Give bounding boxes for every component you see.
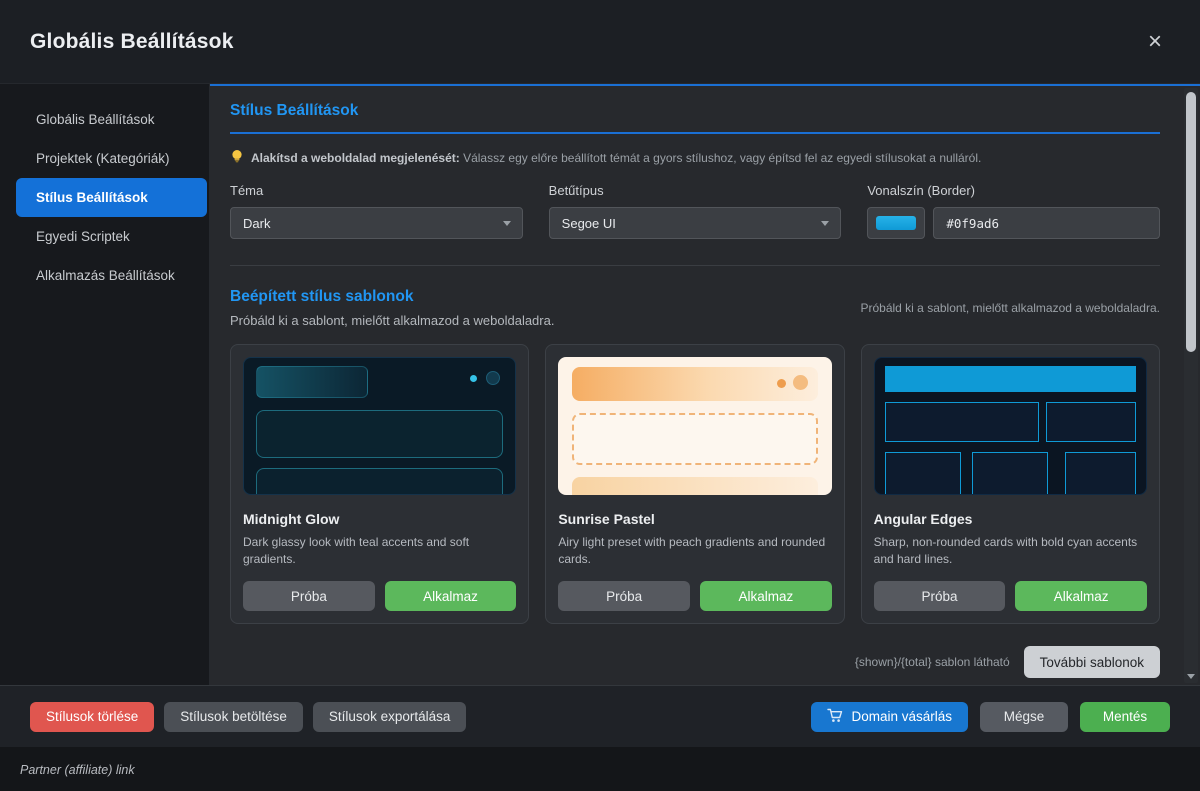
scrollbar-down-arrow-icon[interactable] — [1187, 674, 1195, 679]
templates-counter: {shown}/{total} sablon látható — [855, 655, 1010, 669]
sidebar-item-custom-scripts[interactable]: Egyedi Scriptek — [16, 217, 207, 256]
font-select[interactable]: Segoe UI — [549, 207, 842, 239]
sidebar-item-global-settings[interactable]: Globális Beállítások — [16, 100, 207, 139]
save-button[interactable]: Mentés — [1080, 702, 1170, 732]
template-description: Sharp, non-rounded cards with bold cyan … — [874, 534, 1147, 569]
style-form-row: Téma Dark Betűtípus Segoe UI — [230, 183, 1160, 239]
font-field: Betűtípus Segoe UI — [549, 183, 842, 239]
templates-subtitle: Próbáld ki a sablont, mielőtt alkalmazod… — [230, 313, 554, 328]
dialog-header: Globális Beállítások × — [0, 0, 1200, 84]
try-template-button[interactable]: Próba — [558, 581, 690, 611]
theme-label: Téma — [230, 183, 523, 198]
sidebar-item-app-settings[interactable]: Alkalmazás Beállítások — [16, 256, 207, 295]
templates-footer-row: {shown}/{total} sablon látható További s… — [230, 646, 1160, 678]
affiliate-link[interactable]: Partner (affiliate) link — [20, 763, 1200, 777]
apply-template-button[interactable]: Alkalmaz — [700, 581, 832, 611]
delete-styles-button[interactable]: Stílusok törlése — [30, 702, 154, 732]
theme-select[interactable]: Dark — [230, 207, 523, 239]
templates-heading: Beépített stílus sablonok — [230, 288, 554, 306]
font-label: Betűtípus — [549, 183, 842, 198]
settings-sidebar: Globális Beállítások Projektek (Kategóri… — [0, 84, 210, 685]
more-templates-button[interactable]: További sablonok — [1024, 646, 1160, 678]
font-select-value: Segoe UI — [562, 216, 616, 231]
style-settings-heading: Stílus Beállítások — [230, 102, 1160, 134]
templates-header: Beépített stílus sablonok Próbáld ki a s… — [230, 288, 1160, 328]
sidebar-item-projects[interactable]: Projektek (Kategóriák) — [16, 139, 207, 178]
scrollbar-thumb[interactable] — [1186, 92, 1196, 352]
template-name: Angular Edges — [874, 511, 1147, 527]
template-cards: Midnight Glow Dark glassy look with teal… — [230, 344, 1160, 624]
settings-content: Stílus Beállítások Alakítsd a weboldalad… — [210, 84, 1200, 685]
template-preview-sunrise-pastel — [558, 357, 831, 495]
buy-domain-button[interactable]: Domain vásárlás — [811, 702, 968, 732]
template-card-sunrise-pastel: Sunrise Pastel Airy light preset with pe… — [545, 344, 844, 624]
chevron-down-icon — [503, 221, 511, 226]
template-preview-angular-edges — [874, 357, 1147, 495]
dialog-body: Globális Beállítások Projektek (Kategóri… — [0, 84, 1200, 685]
template-card-midnight-glow: Midnight Glow Dark glassy look with teal… — [230, 344, 529, 624]
sidebar-item-style-settings[interactable]: Stílus Beállítások — [16, 178, 207, 217]
template-name: Midnight Glow — [243, 511, 516, 527]
templates-subtitle-right: Próbáld ki a sablont, mielőtt alkalmazod… — [860, 301, 1160, 315]
dialog-title: Globális Beállítások — [30, 30, 234, 54]
dialog-footer: Stílusok törlése Stílusok betöltése Stíl… — [0, 685, 1200, 747]
app-page: Globális Beállítások × Globális Beállítá… — [0, 0, 1200, 791]
bulb-icon — [230, 149, 244, 167]
chevron-down-icon — [821, 221, 829, 226]
theme-select-value: Dark — [243, 216, 270, 231]
tip-text: Alakítsd a weboldalad megjelenését: Vála… — [251, 151, 981, 165]
border-color-field: Vonalszín (Border) — [867, 183, 1160, 239]
border-color-input[interactable] — [933, 207, 1160, 239]
template-name: Sunrise Pastel — [558, 511, 831, 527]
color-swatch — [876, 216, 916, 230]
template-preview-midnight-glow — [243, 357, 516, 495]
theme-field: Téma Dark — [230, 183, 523, 239]
template-description: Dark glassy look with teal accents and s… — [243, 534, 516, 569]
content-scrollbar[interactable] — [1184, 88, 1198, 683]
settings-dialog: Globális Beállítások × Globális Beállítá… — [0, 0, 1200, 747]
cart-icon — [827, 708, 843, 726]
template-card-angular-edges: Angular Edges Sharp, non-rounded cards w… — [861, 344, 1160, 624]
section-divider — [230, 265, 1160, 266]
cancel-button[interactable]: Mégse — [980, 702, 1068, 732]
color-swatch-button[interactable] — [867, 207, 925, 239]
export-styles-button[interactable]: Stílusok exportálása — [313, 702, 467, 732]
load-styles-button[interactable]: Stílusok betöltése — [164, 702, 303, 732]
apply-template-button[interactable]: Alkalmaz — [1015, 581, 1147, 611]
buy-domain-label: Domain vásárlás — [851, 709, 952, 724]
close-icon[interactable]: × — [1140, 26, 1170, 58]
try-template-button[interactable]: Próba — [243, 581, 375, 611]
template-description: Airy light preset with peach gradients a… — [558, 534, 831, 569]
apply-template-button[interactable]: Alkalmaz — [385, 581, 517, 611]
try-template-button[interactable]: Próba — [874, 581, 1006, 611]
style-tip: Alakítsd a weboldalad megjelenését: Vála… — [230, 149, 1160, 167]
border-color-label: Vonalszín (Border) — [867, 183, 1160, 198]
